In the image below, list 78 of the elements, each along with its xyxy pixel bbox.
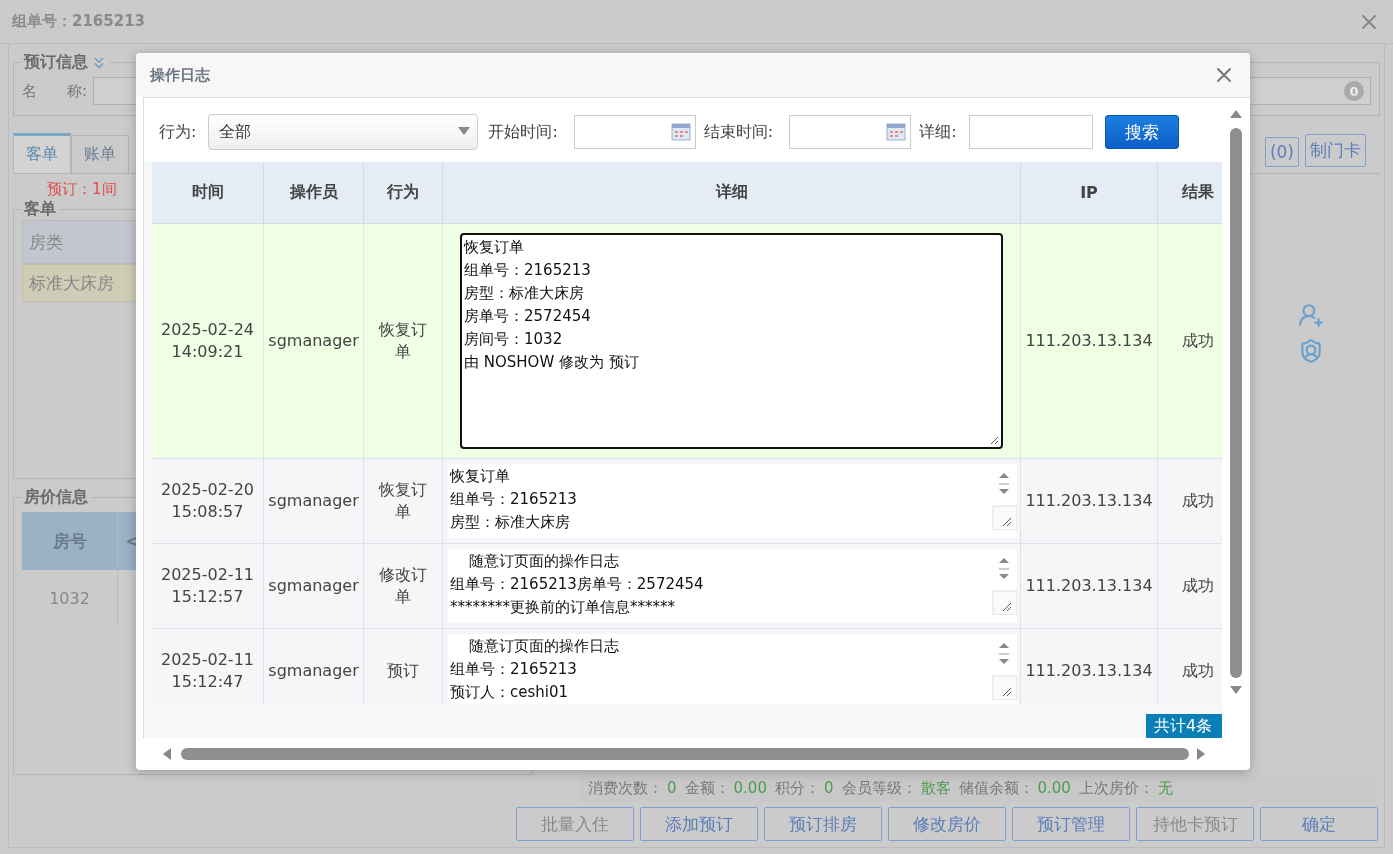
result-cell: 成功 xyxy=(1158,224,1222,459)
detail-input-field[interactable] xyxy=(968,115,1093,149)
action-cell: 修改订单 xyxy=(364,544,443,629)
time-cell: 2025-02-11 15:12:57 xyxy=(152,544,264,629)
field-label: 名 称: xyxy=(22,81,88,101)
stat-value: 0.00 xyxy=(733,779,767,797)
detail-textarea[interactable]: 随意订页面的操作日志 组单号：2165213 预订人：ceshi01 xyxy=(448,634,1017,704)
footer-button[interactable]: 修改房价 xyxy=(888,807,1006,841)
stat-label: 会员等级： xyxy=(841,778,917,798)
stat-value: 0 xyxy=(667,779,677,797)
end-date-field[interactable] xyxy=(789,115,912,149)
resize-grip-icon[interactable] xyxy=(989,435,999,445)
result-cell: 成功 xyxy=(1158,459,1222,544)
filter-label: 行为: xyxy=(159,121,197,143)
column-header: 结果 xyxy=(1158,162,1222,224)
operator-cell: sgmanager xyxy=(264,629,364,704)
scrollbar-thumb[interactable] xyxy=(1230,128,1242,678)
stat-value: 散客 xyxy=(920,778,951,798)
result-cell: 成功 xyxy=(1158,629,1222,704)
scrollbar-thumb[interactable] xyxy=(181,748,1189,760)
search-button[interactable]: 搜索 xyxy=(1104,115,1179,149)
shield-user-icon[interactable] xyxy=(1298,338,1324,364)
action-select[interactable]: 全部 xyxy=(208,114,479,150)
column-header: IP xyxy=(1021,162,1158,224)
booking-count: 预订：1间 xyxy=(47,180,117,199)
detail-textarea[interactable]: 随意订页面的操作日志 组单号：2165213房单号：2572454 ********更换前的订单信息****** xyxy=(448,549,1017,623)
panel-title: 房价信息 xyxy=(24,487,88,508)
filter-label: 详细: xyxy=(919,121,957,143)
stat-label: 上次房价： xyxy=(1078,778,1154,798)
window-title: 组单号：2165213 xyxy=(12,12,146,31)
time-cell: 2025-02-11 15:12:47 xyxy=(152,629,264,704)
result-cell: 成功 xyxy=(1158,544,1222,629)
tab[interactable]: 客单 xyxy=(13,133,71,173)
stat-label: 消费次数： xyxy=(588,778,663,798)
action-cell: 恢复订单 xyxy=(364,224,443,459)
ip-cell: 111.203.13.134 xyxy=(1021,459,1158,544)
column-header: 操作员 xyxy=(264,162,364,224)
column-header: 行为 xyxy=(364,162,443,224)
total-count: 共计4条 xyxy=(1146,714,1222,738)
time-cell: 2025-02-20 15:08:57 xyxy=(152,459,264,544)
filter-label: 开始时间: xyxy=(488,121,558,143)
footer-button[interactable]: 确定 xyxy=(1260,807,1378,841)
operator-cell: sgmanager xyxy=(264,224,364,459)
stat-label: 储值余额： xyxy=(958,778,1034,798)
footer-button[interactable]: 预订排房 xyxy=(764,807,882,841)
action-cell: 恢复订单 xyxy=(364,459,443,544)
stat-label: 金额： xyxy=(684,778,730,798)
detail-textarea[interactable]: 恢复订单 组单号：2165213 房型：标准大床房 房单号：2572454 房间号：1032 由 NOSHOW 修改为 预订 xyxy=(460,233,1003,449)
footer-button[interactable]: 预订管理 xyxy=(1012,807,1130,841)
stat-value: 0.00 xyxy=(1037,779,1071,797)
stat-value: 0 xyxy=(823,779,834,797)
column-header: 房号 xyxy=(22,512,118,570)
tab-bar-button[interactable]: 制门卡 xyxy=(1305,134,1366,167)
start-date-field[interactable] xyxy=(573,115,696,149)
operator-cell: sgmanager xyxy=(264,544,364,629)
operator-cell: sgmanager xyxy=(264,459,364,544)
calendar-icon[interactable] xyxy=(670,123,691,141)
dialog-title: 操作日志 xyxy=(150,65,210,85)
ip-cell: 111.203.13.134 xyxy=(1021,544,1158,629)
ip-cell: 111.203.13.134 xyxy=(1021,224,1158,459)
filter-label: 结束时间: xyxy=(703,121,774,143)
tab-bar-button[interactable]: (0) xyxy=(1264,137,1299,167)
stat-label: 积分： xyxy=(774,778,820,798)
count-badge: 0 xyxy=(1344,81,1364,101)
footer-button[interactable]: 添加预订 xyxy=(640,807,758,841)
time-cell: 2025-02-24 14:09:21 xyxy=(152,224,264,459)
detail-textarea[interactable]: 恢复订单 组单号：2165213 房型：标准大床房 xyxy=(448,464,1017,538)
table-cell: 1032 xyxy=(22,570,118,626)
column-header: 详细 xyxy=(443,162,1021,224)
tab[interactable]: 账单 xyxy=(71,135,129,173)
action-cell: 预订 xyxy=(364,629,443,704)
ip-cell: 111.203.13.134 xyxy=(1021,629,1158,704)
add-user-icon[interactable] xyxy=(1298,302,1324,328)
calendar-icon[interactable] xyxy=(886,123,907,141)
panel-title: 客单 xyxy=(24,199,56,220)
panel-title: 预订信息 xyxy=(24,52,88,73)
stat-value: 无 xyxy=(1157,778,1173,798)
column-header: 时间 xyxy=(152,162,264,224)
